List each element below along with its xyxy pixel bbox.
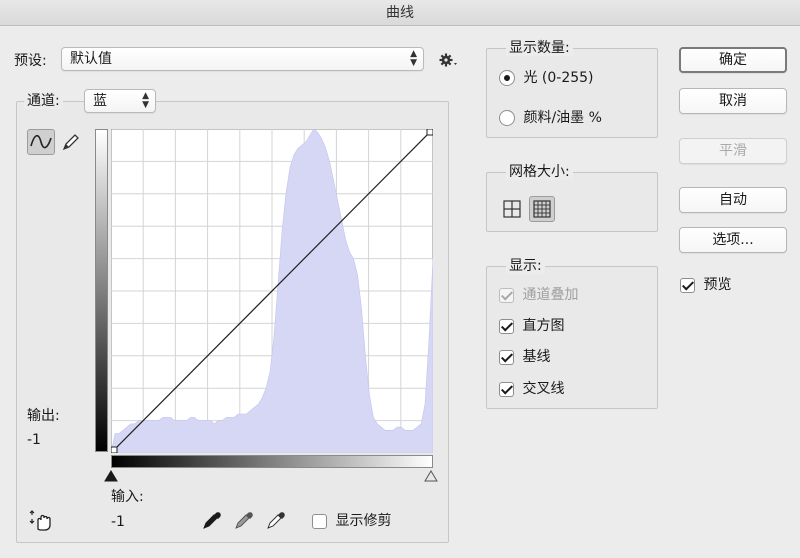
radio-pigment[interactable]: 颜料/油墨 % bbox=[499, 109, 602, 127]
curve-point-handle[interactable] bbox=[426, 129, 433, 136]
baseline-label: 基线 bbox=[522, 349, 551, 365]
pencil-icon[interactable] bbox=[60, 131, 82, 153]
output-label: 输出: bbox=[27, 408, 60, 424]
input-label: 输入: bbox=[111, 489, 144, 505]
input-value: -1 bbox=[111, 514, 125, 530]
black-point-slider[interactable] bbox=[103, 470, 119, 483]
checkbox-box bbox=[499, 381, 514, 397]
display-amount-legend: 显示数量: bbox=[506, 40, 573, 56]
radio-pigment-label: 颜料/油墨 % bbox=[523, 110, 602, 126]
output-value: -1 bbox=[27, 432, 41, 448]
radio-circle bbox=[499, 110, 515, 126]
smooth-button[interactable]: 平滑 bbox=[679, 138, 787, 164]
checkbox-box bbox=[680, 277, 695, 293]
select-arrows-icon: ▲ ▼ bbox=[142, 91, 149, 110]
cancel-button[interactable]: 取消 bbox=[679, 88, 787, 114]
checkbox-box bbox=[499, 318, 514, 334]
preview-checkbox[interactable]: 预览 bbox=[680, 276, 731, 294]
preset-options-gear-icon[interactable] bbox=[438, 50, 460, 70]
output-gradient-bar bbox=[95, 129, 108, 452]
show-clipping-checkbox[interactable]: 显示修剪 bbox=[312, 512, 391, 530]
curve-graph[interactable] bbox=[111, 129, 433, 453]
select-arrows-icon: ▲ ▼ bbox=[410, 49, 417, 68]
channel-select[interactable]: 蓝 ▲ ▼ bbox=[84, 89, 156, 113]
white-eyedropper-icon[interactable] bbox=[265, 509, 287, 531]
curve-wave-icon bbox=[30, 134, 52, 149]
preset-label: 预设: bbox=[14, 53, 47, 69]
show-clipping-label: 显示修剪 bbox=[335, 513, 392, 529]
targeted-adjustment-hand-icon[interactable] bbox=[29, 509, 57, 533]
preview-label: 预览 bbox=[703, 277, 732, 293]
histogram-checkbox[interactable]: 直方图 bbox=[499, 317, 564, 335]
checkbox-box bbox=[499, 287, 514, 303]
window-title: 曲线 bbox=[0, 0, 800, 26]
show-legend: 显示: bbox=[506, 258, 545, 274]
intersection-line-label: 交叉线 bbox=[522, 381, 565, 397]
histogram-label: 直方图 bbox=[522, 318, 565, 334]
simple-grid-button[interactable] bbox=[501, 198, 523, 220]
ok-button[interactable]: 确定 bbox=[679, 47, 787, 73]
channel-overlays-checkbox[interactable]: 通道叠加 bbox=[499, 286, 578, 304]
radio-light-label: 光 (0-255) bbox=[523, 70, 594, 86]
grid-size-legend: 网格大小: bbox=[506, 164, 573, 180]
simple-grid-icon bbox=[503, 200, 521, 218]
intersection-line-checkbox[interactable]: 交叉线 bbox=[499, 380, 564, 398]
preset-value: 默认值 bbox=[70, 51, 112, 67]
input-gradient-bar bbox=[111, 455, 433, 468]
white-point-slider[interactable] bbox=[423, 470, 439, 483]
channel-value: 蓝 bbox=[93, 93, 107, 109]
detailed-grid-button[interactable] bbox=[529, 196, 555, 222]
baseline-checkbox[interactable]: 基线 bbox=[499, 348, 550, 366]
gray-eyedropper-icon[interactable] bbox=[233, 509, 255, 531]
radio-circle bbox=[499, 70, 515, 86]
curve-point-handle[interactable] bbox=[111, 446, 118, 453]
black-eyedropper-icon[interactable] bbox=[201, 509, 223, 531]
curve-point-tool-button[interactable] bbox=[27, 129, 55, 155]
radio-light[interactable]: 光 (0-255) bbox=[499, 69, 594, 87]
preset-select[interactable]: 默认值 ▲ ▼ bbox=[61, 47, 424, 71]
channel-label: 通道: bbox=[24, 93, 63, 109]
detailed-grid-icon bbox=[533, 200, 551, 218]
checkbox-box bbox=[499, 349, 514, 365]
channel-overlays-label: 通道叠加 bbox=[522, 287, 579, 303]
auto-button[interactable]: 自动 bbox=[679, 187, 787, 213]
checkbox-box bbox=[312, 513, 327, 529]
options-button[interactable]: 选项... bbox=[679, 227, 787, 253]
